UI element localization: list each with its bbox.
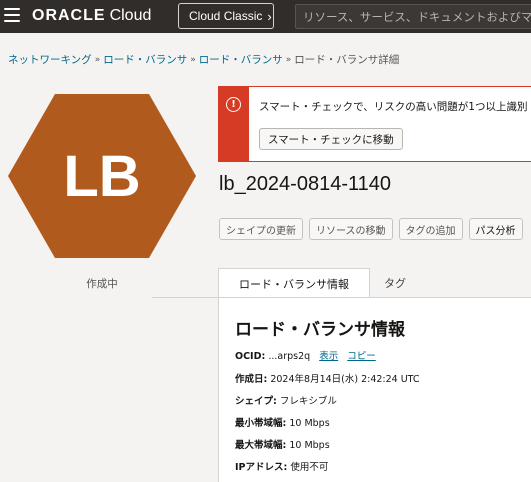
- action-toolbar: シェイプの更新 リソースの移動 タグの追加 パス分析: [219, 218, 523, 240]
- min-bandwidth-row: 最小帯域幅: 10 Mbps: [235, 415, 330, 429]
- move-resource-button[interactable]: リソースの移動: [309, 218, 393, 240]
- max-bandwidth-label: 最大帯域幅:: [235, 440, 287, 451]
- min-bandwidth-label: 最小帯域幅:: [235, 418, 287, 429]
- breadcrumb: ネットワーキング » ロード・バランサ » ロード・バランサ » ロード・バラン…: [8, 52, 399, 67]
- resource-hexagon-icon: LB: [8, 94, 196, 258]
- breadcrumb-current: ロード・バランサ詳細: [294, 54, 400, 66]
- search-input[interactable]: リソース、サービス、ドキュメントおよびマーケ: [295, 4, 531, 29]
- detail-tabs: ロード・バランサ情報 タグ: [218, 268, 531, 299]
- smart-check-alert: ! スマート・チェックで、リスクの高い問題が1つ以上識別 スマート・チェックに移…: [218, 86, 531, 162]
- ocid-row: OCID: ...arps2q 表示 コピー: [235, 348, 376, 362]
- ocid-show-link[interactable]: 表示: [319, 351, 338, 362]
- logo-oracle-text: ORACLE: [32, 7, 106, 24]
- breadcrumb-separator-icon: »: [285, 54, 292, 65]
- created-label: 作成日:: [235, 374, 268, 385]
- ocid-value: ...arps2q: [268, 351, 311, 362]
- alert-color-bar: !: [218, 87, 249, 161]
- search-placeholder: リソース、サービス、ドキュメントおよびマーケ: [303, 9, 531, 24]
- breadcrumb-load-balancer-list[interactable]: ロード・バランサ: [199, 52, 283, 67]
- min-bandwidth-value: 10 Mbps: [289, 418, 330, 429]
- cloud-classic-label: Cloud Classic: [189, 9, 263, 23]
- page-title: lb_2024-0814-1140: [219, 173, 392, 195]
- alert-exclamation-icon: !: [226, 97, 241, 112]
- tab-tags[interactable]: タグ: [384, 268, 406, 298]
- created-value: 2024年8月14日(水) 2:42:24 UTC: [270, 374, 420, 385]
- breadcrumb-networking[interactable]: ネットワーキング: [8, 52, 92, 67]
- path-analysis-button[interactable]: パス分析: [468, 218, 523, 240]
- oracle-cloud-logo[interactable]: ORACLE Cloud: [32, 7, 151, 25]
- max-bandwidth-row: 最大帯域幅: 10 Mbps: [235, 437, 330, 451]
- resource-initials: LB: [63, 143, 141, 209]
- shape-row: シェイプ: フレキシブル: [235, 393, 337, 407]
- ip-address-value: 使用不可: [290, 462, 329, 473]
- panel-title: ロード・バランサ情報: [235, 320, 405, 340]
- shape-value: フレキシブル: [279, 396, 337, 407]
- max-bandwidth-value: 10 Mbps: [289, 440, 330, 451]
- ocid-copy-link[interactable]: コピー: [347, 351, 376, 362]
- breadcrumb-separator-icon: »: [190, 54, 196, 65]
- alert-message: スマート・チェックで、リスクの高い問題が1つ以上識別: [259, 101, 528, 113]
- go-to-smart-check-button[interactable]: スマート・チェックに移動: [259, 128, 403, 150]
- add-tags-button[interactable]: タグの追加: [398, 218, 463, 240]
- breadcrumb-separator-icon: »: [94, 54, 101, 65]
- update-shape-button[interactable]: シェイプの更新: [219, 218, 303, 240]
- tab-load-balancer-info[interactable]: ロード・バランサ情報: [218, 268, 370, 299]
- breadcrumb-load-balancer[interactable]: ロード・バランサ: [103, 52, 187, 67]
- logo-cloud-text: Cloud: [109, 7, 152, 24]
- lifecycle-status: 作成中: [86, 278, 118, 290]
- top-navigation-bar: ORACLE Cloud Cloud Classic › リソース、サービス、ド…: [0, 0, 531, 33]
- created-row: 作成日: 2024年8月14日(水) 2:42:24 UTC: [235, 371, 420, 385]
- shape-label: シェイプ:: [235, 396, 277, 407]
- load-balancer-info-panel: ロード・バランサ情報 OCID: ...arps2q 表示 コピー 作成日: 2…: [218, 298, 531, 482]
- chevron-right-icon: ›: [267, 8, 272, 24]
- ip-address-row: IPアドレス: 使用不可: [235, 459, 328, 473]
- hamburger-menu-icon[interactable]: [4, 8, 20, 22]
- ip-address-label: IPアドレス:: [235, 462, 288, 473]
- cloud-classic-button[interactable]: Cloud Classic ›: [178, 3, 274, 29]
- ocid-label: OCID:: [235, 351, 266, 362]
